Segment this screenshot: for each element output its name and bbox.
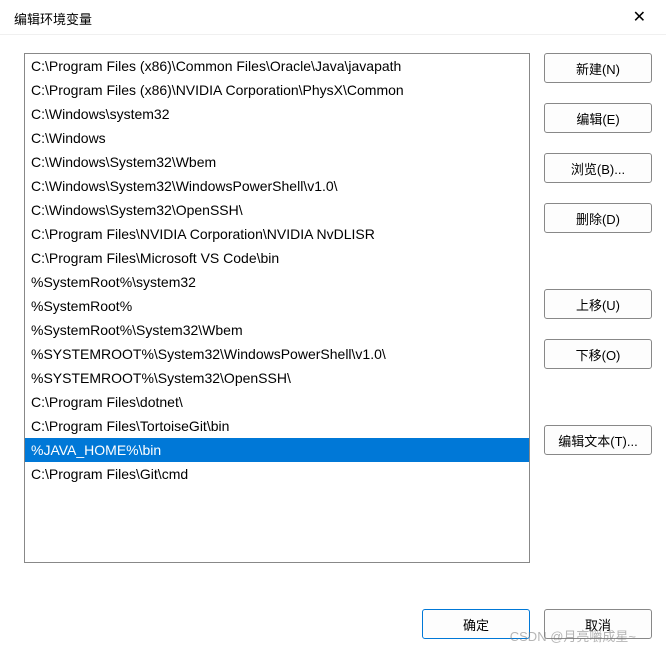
side-button-column: 新建(N) 编辑(E) 浏览(B)... 删除(D) 上移(U) 下移(O) 编… [544, 53, 652, 563]
path-list-item[interactable]: C:\Program Files (x86)\NVIDIA Corporatio… [25, 78, 529, 102]
path-list-item[interactable]: C:\Windows [25, 126, 529, 150]
path-list-item[interactable]: %SystemRoot%\System32\Wbem [25, 318, 529, 342]
path-list-item[interactable]: %SystemRoot%\system32 [25, 270, 529, 294]
move-down-button[interactable]: 下移(O) [544, 339, 652, 369]
dialog-content: C:\Program Files (x86)\Common Files\Orac… [0, 35, 666, 563]
close-icon[interactable]: ✕ [627, 8, 652, 28]
path-list-item[interactable]: C:\Windows\System32\WindowsPowerShell\v1… [25, 174, 529, 198]
spacer [544, 253, 652, 289]
path-list-item[interactable]: %SystemRoot% [25, 294, 529, 318]
cancel-button[interactable]: 取消 [544, 609, 652, 639]
path-list-item[interactable]: C:\Program Files\TortoiseGit\bin [25, 414, 529, 438]
path-list-item[interactable]: C:\Program Files (x86)\Common Files\Orac… [25, 54, 529, 78]
ok-button[interactable]: 确定 [422, 609, 530, 639]
move-up-button[interactable]: 上移(U) [544, 289, 652, 319]
delete-button[interactable]: 删除(D) [544, 203, 652, 233]
browse-button[interactable]: 浏览(B)... [544, 153, 652, 183]
path-list-item[interactable]: C:\Windows\System32\OpenSSH\ [25, 198, 529, 222]
dialog-bottom-row: 确定 取消 [422, 609, 652, 639]
titlebar: 编辑环境变量 ✕ [0, 0, 666, 35]
path-list-item[interactable]: C:\Program Files\Git\cmd [25, 462, 529, 486]
path-list-item[interactable]: C:\Program Files\dotnet\ [25, 390, 529, 414]
path-list-item[interactable]: %SYSTEMROOT%\System32\OpenSSH\ [25, 366, 529, 390]
new-button[interactable]: 新建(N) [544, 53, 652, 83]
path-list-item[interactable]: C:\Windows\system32 [25, 102, 529, 126]
path-listbox[interactable]: C:\Program Files (x86)\Common Files\Orac… [24, 53, 530, 563]
path-list-item[interactable]: C:\Program Files\NVIDIA Corporation\NVID… [25, 222, 529, 246]
path-list-item[interactable]: C:\Windows\System32\Wbem [25, 150, 529, 174]
path-list-item[interactable]: C:\Program Files\Microsoft VS Code\bin [25, 246, 529, 270]
edit-button[interactable]: 编辑(E) [544, 103, 652, 133]
edit-text-button[interactable]: 编辑文本(T)... [544, 425, 652, 455]
path-list-item[interactable]: %JAVA_HOME%\bin [25, 438, 529, 462]
spacer [544, 389, 652, 425]
path-list-item[interactable]: %SYSTEMROOT%\System32\WindowsPowerShell\… [25, 342, 529, 366]
window-title: 编辑环境变量 [14, 9, 92, 28]
